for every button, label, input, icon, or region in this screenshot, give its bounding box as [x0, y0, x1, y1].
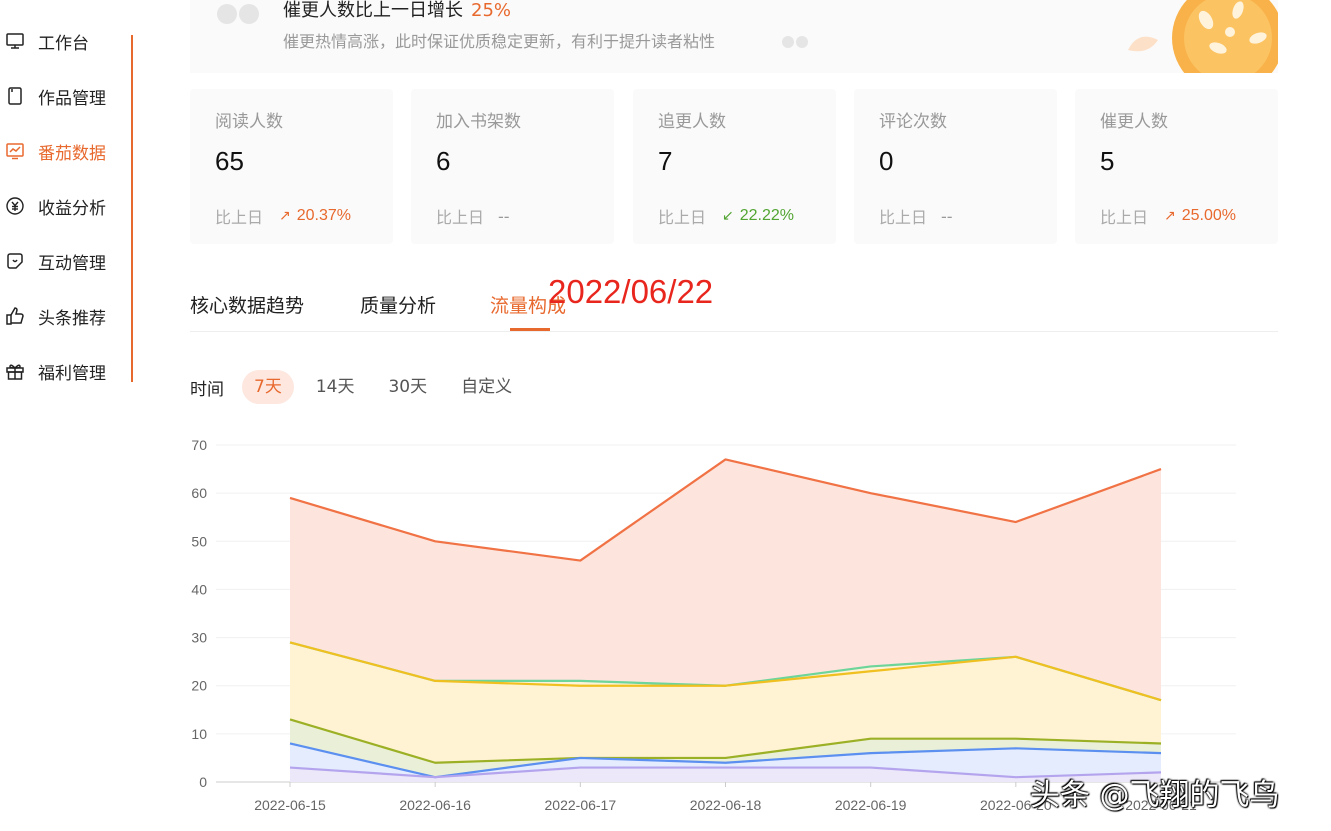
x-tick-label: 2022-06-16	[399, 797, 471, 813]
stat-value: 7	[658, 146, 673, 176]
yuan-icon	[5, 196, 25, 216]
time-option-7d[interactable]: 7天	[242, 370, 294, 404]
y-tick-label: 40	[191, 581, 207, 597]
sidebar-item-label: 收益分析	[38, 198, 106, 219]
y-tick-label: 30	[191, 630, 207, 646]
sidebar-item-label: 工作台	[38, 33, 89, 54]
book-icon	[5, 86, 25, 106]
watermark: 头条 @飞翔的飞鸟	[1030, 778, 1280, 813]
stat-change: 25.00%	[1181, 207, 1237, 224]
arrow-up-icon: ↗	[1164, 208, 1176, 224]
banner-headline: 催更人数比上一日增长 25%	[283, 0, 512, 21]
stat-compare: 比上日 ↗ 20.37%	[215, 207, 352, 227]
gift-icon	[5, 361, 25, 381]
arrow-up-icon: ↗	[279, 208, 291, 224]
stat-value: 5	[1100, 146, 1115, 176]
x-tick-label: 2022-06-18	[690, 797, 762, 813]
time-filter: 时间 7天 14天 30天 自定义	[190, 369, 534, 405]
traffic-area-chart: 0 10 20 30 40 50 60 70 2022-06-15 2022-06-16 2022-…	[191, 437, 1236, 813]
stat-label: 追更人数	[658, 112, 726, 132]
sidebar: 工作台 作品管理 番茄数据 收益分析 互动管理 头条推荐 福利管理	[0, 0, 134, 831]
stat-value: 6	[436, 146, 451, 176]
sidebar-item-label: 作品管理	[38, 88, 106, 109]
y-tick-label: 60	[191, 485, 207, 501]
tab-core-trend[interactable]: 核心数据趋势	[190, 291, 304, 318]
stat-compare: 比上日 ↗ 25.00%	[1100, 207, 1237, 227]
chat-icon	[5, 251, 25, 271]
stat-card-readers: 阅读人数 65 比上日 ↗ 20.37%	[190, 89, 393, 244]
x-tick-label: 2022-06-15	[254, 797, 326, 813]
stat-label: 评论次数	[879, 112, 947, 132]
stat-change: 20.37%	[296, 207, 352, 224]
stat-compare: 比上日 --	[436, 206, 510, 228]
stat-card-bookshelf: 加入书架数 6 比上日 --	[411, 89, 614, 244]
stat-label: 加入书架数	[436, 112, 521, 132]
sidebar-item-label: 头条推荐	[38, 308, 106, 329]
time-option-custom[interactable]: 自定义	[449, 370, 524, 404]
stat-value: 65	[215, 146, 244, 176]
stat-compare: 比上日 --	[879, 206, 953, 228]
time-filter-label: 时间	[190, 379, 224, 400]
tip-banner: 催更人数比上一日增长 25% 催更热情高涨，此时保证优质稳定更新，有利于提升读者粘…	[190, 0, 1278, 73]
stat-change: --	[941, 206, 953, 226]
stat-compare: 比上日 ↙ 22.22%	[658, 207, 795, 227]
quote-left-icon	[217, 4, 259, 24]
stat-change: --	[498, 206, 510, 226]
thumbs-up-icon	[5, 306, 25, 326]
x-tick-label: 2022-06-17	[545, 797, 617, 813]
x-tick-label: 2022-06-19	[835, 797, 907, 813]
time-option-14d[interactable]: 14天	[304, 370, 367, 404]
stat-value: 0	[879, 146, 894, 176]
chart-icon	[5, 141, 25, 161]
y-tick-label: 50	[191, 533, 207, 549]
sidebar-item-label: 福利管理	[38, 363, 106, 384]
stat-label: 阅读人数	[215, 112, 283, 132]
sidebar-item-interaction[interactable]: 互动管理	[5, 246, 106, 276]
tab-bar: 核心数据趋势 质量分析 流量构成	[190, 285, 1278, 332]
time-option-30d[interactable]: 30天	[376, 370, 439, 404]
y-tick-label: 10	[191, 726, 207, 742]
sidebar-item-works[interactable]: 作品管理	[5, 81, 106, 111]
sidebar-item-workbench[interactable]: 工作台	[5, 26, 89, 56]
stat-label: 催更人数	[1100, 112, 1168, 132]
arrow-down-icon: ↙	[722, 208, 734, 224]
sidebar-item-welfare[interactable]: 福利管理	[5, 356, 106, 386]
sidebar-item-label: 互动管理	[38, 253, 106, 274]
monitor-icon	[5, 31, 25, 51]
stat-change: 22.22%	[739, 207, 795, 224]
sidebar-item-data[interactable]: 番茄数据	[5, 136, 106, 166]
sidebar-item-label: 番茄数据	[38, 143, 106, 164]
active-tab-indicator	[510, 328, 550, 331]
sidebar-item-recommend[interactable]: 头条推荐	[5, 301, 106, 331]
date-overlay: 2022/06/22	[548, 273, 714, 310]
quote-right-icon	[782, 36, 808, 48]
stat-card-urge: 催更人数 5 比上日 ↗ 25.00%	[1075, 89, 1278, 244]
tab-quality-analysis[interactable]: 质量分析	[360, 291, 436, 318]
tomato-illustration-icon	[1128, 0, 1278, 73]
stat-card-comments: 评论次数 0 比上日 --	[854, 89, 1057, 244]
y-tick-label: 0	[199, 774, 207, 790]
banner-headline-value: 25%	[471, 0, 512, 21]
banner-subtitle: 催更热情高涨，此时保证优质稳定更新，有利于提升读者粘性	[283, 32, 716, 51]
sidebar-rail	[131, 35, 133, 382]
sidebar-item-revenue[interactable]: 收益分析	[5, 191, 106, 221]
y-tick-label: 20	[191, 678, 207, 694]
y-tick-label: 70	[191, 437, 207, 453]
stat-card-followers: 追更人数 7 比上日 ↙ 22.22%	[633, 89, 836, 244]
